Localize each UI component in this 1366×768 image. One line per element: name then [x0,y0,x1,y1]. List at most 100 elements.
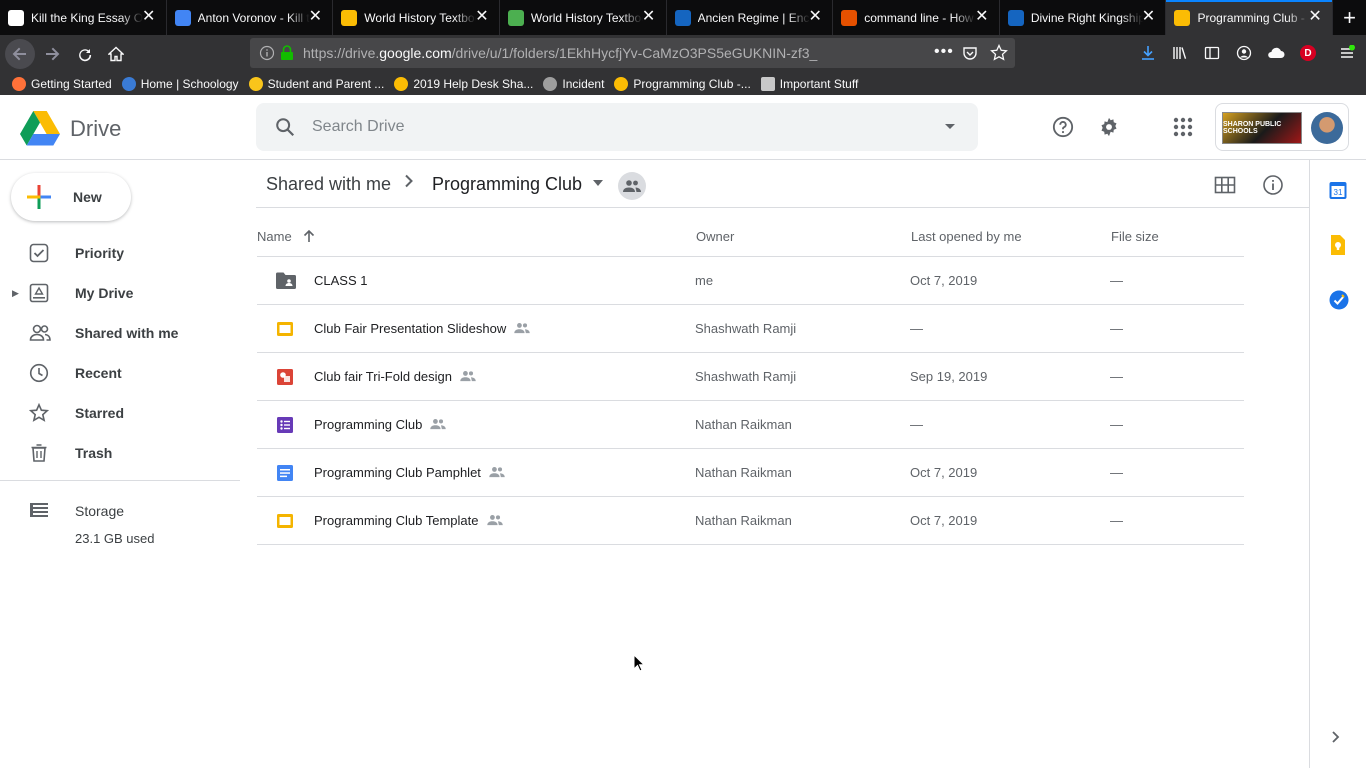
account-switcher[interactable]: SHARON PUBLIC SCHOOLS [1215,103,1349,151]
column-header-owner[interactable]: Owner [696,229,734,244]
new-button[interactable]: New [11,173,131,221]
browser-tab[interactable]: Kill the King Essay Outline✕ [0,0,167,35]
sidebar-divider [0,480,240,481]
sidebar-item-shared-with-me[interactable]: Shared with me [0,313,240,353]
bookmark-item[interactable]: Important Stuff [760,76,859,91]
lock-icon [281,45,293,60]
bookmark-item[interactable]: Programming Club -... [614,76,751,91]
close-tab-icon[interactable]: ✕ [473,8,491,26]
column-header-name[interactable]: Name [257,229,292,244]
reload-button[interactable] [70,39,100,69]
bookmark-item[interactable]: Getting Started [12,76,112,91]
close-tab-icon[interactable]: ✕ [140,8,158,26]
drive-header: Drive SHARON PUBLIC SCHOOLS [0,95,1366,160]
profile-extension-icon[interactable]: D [1298,43,1318,63]
bookmark-label: Programming Club -... [633,76,751,91]
file-size: — [1110,465,1123,480]
search-icon[interactable] [274,116,296,138]
close-tab-icon[interactable]: ✕ [306,8,324,26]
bookmark-label: Important Stuff [779,76,859,91]
folder-icon [760,76,775,91]
storage-used-text: 23.1 GB used [75,531,155,546]
address-bar[interactable]: https://drive.google.com/drive/u/1/folde… [250,38,1015,68]
sidebar-item-starred[interactable]: Starred [0,393,240,433]
extension-cloud-icon[interactable] [1266,43,1286,63]
sidebar-item-trash[interactable]: Trash [0,433,240,473]
home-button[interactable] [101,39,131,69]
breadcrumb-current-folder[interactable]: Programming Club [432,174,582,195]
close-tab-icon[interactable]: ✕ [1306,8,1324,26]
starred-icon [29,403,49,422]
downloads-icon[interactable] [1138,43,1158,63]
library-icon[interactable] [1170,43,1190,63]
sidebar-item-label: Recent [75,365,122,381]
close-tab-icon[interactable]: ✕ [806,8,824,26]
file-last-opened: Sep 19, 2019 [910,369,988,384]
sidebar-item-recent[interactable]: Recent [0,353,240,393]
column-header-last-opened[interactable]: Last opened by me [911,229,1022,244]
file-row[interactable]: Programming Club Template Nathan Raikman O… [257,497,1244,545]
help-icon[interactable] [1047,111,1079,143]
file-last-opened: Oct 7, 2019 [910,273,978,288]
close-tab-icon[interactable]: ✕ [1139,8,1157,26]
browser-tab[interactable]: command line - How ✕ [833,0,1000,35]
tab-label: Kill the King Essay Outline [31,10,143,25]
search-options-dropdown-icon[interactable] [944,123,956,131]
file-row[interactable]: Club fair Tri-Fold design Shashwath Ramji… [257,353,1244,401]
tab-label: World History Textbook [364,10,477,25]
shared-with-me-icon [29,324,51,341]
column-header-file-size[interactable]: File size [1111,229,1159,244]
sidebar-item-priority[interactable]: Priority [0,233,240,273]
shared-folder-icon [276,272,296,290]
new-tab-button[interactable]: + [1333,0,1366,35]
shared-folder-people-icon[interactable] [618,172,646,200]
close-tab-icon[interactable]: ✕ [973,8,991,26]
sidebar-item-storage[interactable]: Storage [0,491,240,531]
file-row[interactable]: Programming Club Nathan Raikman — — [257,401,1244,449]
browser-tab[interactable]: Divine Right Kingship ✕ [1000,0,1167,35]
app-menu-icon[interactable] [1337,43,1357,63]
browser-tab[interactable]: Programming Club - Google Drive✕ [1166,0,1334,35]
browser-tab[interactable]: Anton Voronov - Kill the King✕ [167,0,334,35]
account-icon[interactable] [1234,43,1254,63]
google-drive-icon [341,9,358,26]
browser-tab[interactable]: World History Textbook ✕ [333,0,500,35]
bookmark-star-icon[interactable] [990,44,1008,62]
file-row[interactable]: Club Fair Presentation Slideshow Shashwat… [257,305,1244,353]
keep-icon[interactable] [1329,235,1349,255]
folder-dropdown-icon[interactable] [593,178,603,189]
tasks-icon[interactable] [1329,290,1349,310]
search-bar[interactable] [256,103,978,151]
google-apps-grid-icon[interactable] [1167,111,1199,143]
search-input[interactable] [312,118,912,136]
page-actions-icon[interactable]: ••• [934,43,954,61]
file-row[interactable]: CLASS 1 me Oct 7, 2019 — [257,257,1244,305]
tab-label: World History Textbook [530,10,643,25]
drive-logo[interactable]: Drive [20,111,121,146]
bookmark-item[interactable]: Student and Parent ... [248,76,384,91]
back-button[interactable] [5,39,35,69]
file-row[interactable]: Programming Club Pamphlet Nathan Raikman O… [257,449,1244,497]
calendar-icon[interactable]: 31 [1329,180,1349,200]
expand-caret-icon[interactable]: ▶ [12,288,19,299]
details-info-icon[interactable] [1262,174,1284,196]
bookmark-item[interactable]: 2019 Help Desk Sha... [394,76,533,91]
browser-tab[interactable]: World History Textbook ✕ [500,0,667,35]
settings-gear-icon[interactable] [1093,111,1125,143]
sidebar-toggle-icon[interactable] [1202,43,1222,63]
browser-tab[interactable]: Ancien Regime | Encyclopedia✕ [667,0,834,35]
bookmark-item[interactable]: Incident [543,76,604,91]
breadcrumb-shared-with-me[interactable]: Shared with me [266,174,391,195]
user-avatar[interactable] [1311,112,1343,144]
grid-view-icon[interactable] [1214,174,1236,196]
forward-button[interactable] [37,39,67,69]
sort-ascending-arrow-icon[interactable] [303,229,315,243]
home-icon [108,46,124,62]
leaf-icon [507,9,524,26]
close-tab-icon[interactable]: ✕ [640,8,658,26]
new-button-label: New [73,189,102,205]
pocket-icon[interactable] [962,45,978,61]
expand-panel-chevron-icon[interactable] [1331,730,1351,750]
bookmark-item[interactable]: Home | Schoology [121,76,239,91]
sidebar-item-my-drive[interactable]: ▶ My Drive [0,273,240,313]
